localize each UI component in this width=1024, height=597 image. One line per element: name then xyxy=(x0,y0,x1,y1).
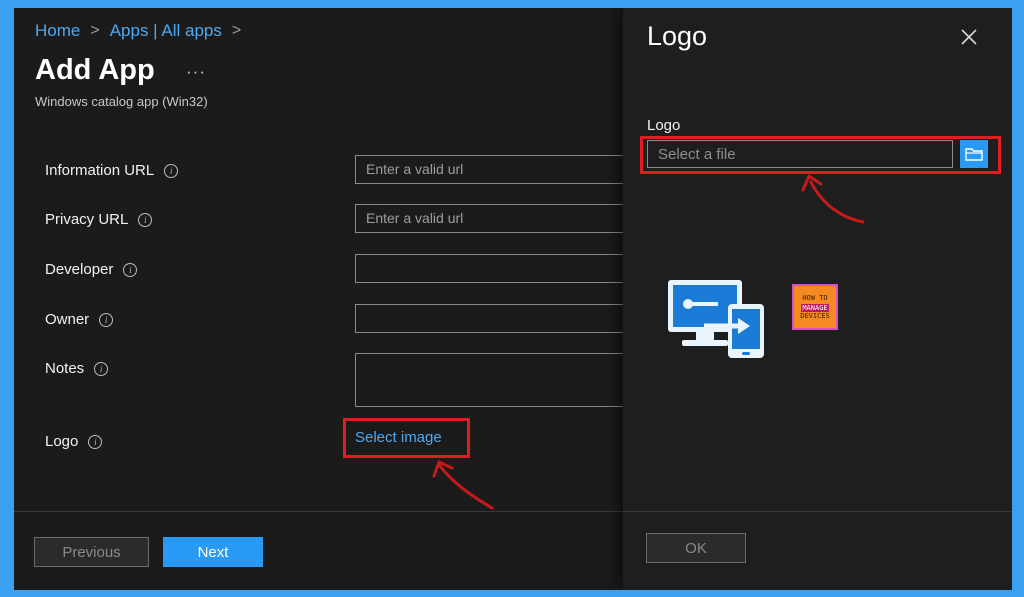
logo-panel: Logo Logo Select a file HOW TO MANAGE DE… xyxy=(623,8,1012,590)
field-label-text: Logo xyxy=(45,433,79,450)
previous-button[interactable]: Previous xyxy=(34,537,149,567)
field-label-text: Notes xyxy=(45,360,85,377)
brand-logo: HOW TO MANAGE DEVICES xyxy=(792,284,838,330)
field-label-text: Privacy URL xyxy=(45,211,129,228)
info-icon[interactable]: i xyxy=(138,212,153,227)
remote-desktop-app-icon xyxy=(668,280,764,358)
information-url-label: Information URL i xyxy=(45,162,179,179)
brand-logo-line: HOW TO xyxy=(802,294,828,302)
field-label-text: Information URL xyxy=(45,162,155,179)
breadcrumb-apps[interactable]: Apps | All apps xyxy=(110,21,222,41)
information-url-input[interactable]: Enter a valid url xyxy=(355,155,625,184)
page-subtitle: Windows catalog app (Win32) xyxy=(35,94,208,109)
field-label-text: Owner xyxy=(45,311,90,328)
logo-label: Logo i xyxy=(45,433,103,450)
info-icon[interactable]: i xyxy=(123,262,138,277)
folder-icon xyxy=(965,148,983,161)
field-label-text: Developer xyxy=(45,261,114,278)
notes-label: Notes i xyxy=(45,360,109,377)
breadcrumb-separator: > xyxy=(231,22,242,39)
privacy-url-input[interactable]: Enter a valid url xyxy=(355,204,625,233)
browse-button[interactable] xyxy=(960,140,988,168)
notes-textarea[interactable] xyxy=(355,353,625,407)
info-icon[interactable]: i xyxy=(94,361,109,376)
panel-footer-divider xyxy=(623,511,1012,512)
breadcrumb-home[interactable]: Home xyxy=(35,21,80,41)
app-window: Home > Apps | All apps > Add App ··· Win… xyxy=(14,8,1012,590)
developer-input[interactable] xyxy=(355,254,625,283)
info-icon[interactable]: i xyxy=(99,312,114,327)
close-icon[interactable] xyxy=(959,27,979,47)
select-image-link[interactable]: Select image xyxy=(355,429,442,446)
owner-label: Owner i xyxy=(45,311,114,328)
ok-button[interactable]: OK xyxy=(646,533,746,563)
privacy-url-label: Privacy URL i xyxy=(45,211,153,228)
info-icon[interactable]: i xyxy=(164,163,179,178)
panel-logo-label: Logo xyxy=(647,117,681,134)
owner-input[interactable] xyxy=(355,304,625,333)
developer-label: Developer i xyxy=(45,261,138,278)
more-options-icon[interactable]: ··· xyxy=(186,62,206,82)
pointer-arrow-annotation xyxy=(801,174,865,224)
brand-logo-line: MANAGE xyxy=(801,304,829,312)
next-button[interactable]: Next xyxy=(163,537,263,567)
breadcrumb: Home > Apps | All apps > xyxy=(35,21,241,41)
brand-logo-line: DEVICES xyxy=(800,312,830,320)
breadcrumb-separator: > xyxy=(90,22,100,39)
pointer-arrow-annotation xyxy=(432,460,494,510)
file-input[interactable]: Select a file xyxy=(647,140,953,168)
page-title: Add App xyxy=(35,54,155,86)
info-icon[interactable]: i xyxy=(88,434,103,449)
footer-divider xyxy=(14,511,623,512)
panel-title: Logo xyxy=(647,21,708,51)
